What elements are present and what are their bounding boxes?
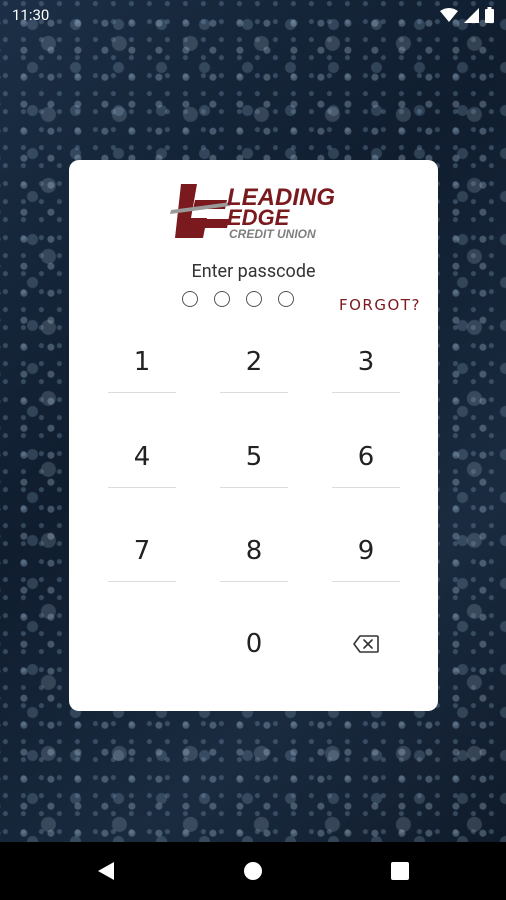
key-8[interactable]: 8 [220,521,288,582]
key-6[interactable]: 6 [332,427,400,488]
key-5[interactable]: 5 [220,427,288,488]
leading-edge-logo: LEADING EDGE CREDIT UNION [170,184,335,240]
passcode-dot [214,291,230,307]
wifi-icon [440,7,458,22]
backspace-icon [353,635,379,653]
passcode-dots [182,291,294,307]
passcode-dot [246,291,262,307]
passcode-dot [182,291,198,307]
key-7[interactable]: 7 [108,521,176,582]
forgot-button[interactable]: FORGOT? [339,296,421,314]
key-9[interactable]: 9 [332,521,400,582]
nav-home-button[interactable] [233,842,273,900]
key-2[interactable]: 2 [220,332,288,393]
nav-recents-icon [391,862,409,880]
status-bar: 11:30 [0,0,506,30]
logo-text-credit-union: CREDIT UNION [229,227,316,240]
navigation-bar [0,842,506,900]
key-3[interactable]: 3 [332,332,400,393]
passcode-dot [278,291,294,307]
nav-back-button[interactable] [86,842,126,900]
key-1[interactable]: 1 [108,332,176,393]
status-time: 11:30 [12,6,50,24]
backspace-button[interactable] [332,614,400,674]
battery-icon [485,7,494,23]
passcode-prompt: Enter passcode [191,261,316,282]
nav-recents-button[interactable] [380,842,420,900]
cell-signal-icon [464,7,479,23]
nav-back-icon [98,862,114,880]
passcode-card: LEADING EDGE CREDIT UNION Enter passcode… [69,160,438,711]
key-0[interactable]: 0 [220,614,288,674]
nav-home-icon [244,862,262,880]
key-4[interactable]: 4 [108,427,176,488]
